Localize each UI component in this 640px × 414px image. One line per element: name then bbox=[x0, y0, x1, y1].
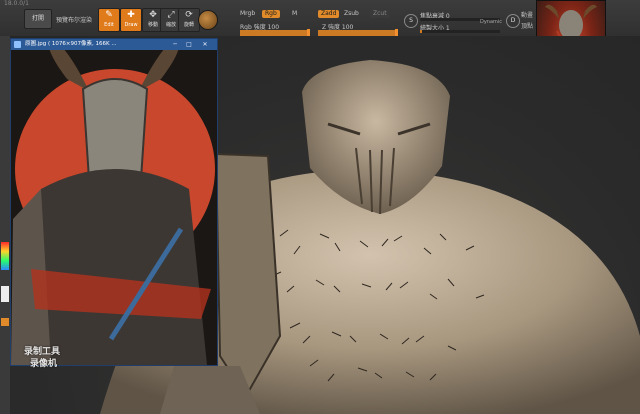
thumb-horn-left bbox=[545, 4, 559, 19]
tool-label: Edit bbox=[104, 22, 114, 28]
tool-label: Draw bbox=[124, 22, 138, 28]
vertex-label[interactable]: 頂點 bbox=[521, 21, 533, 30]
zadd-toggle[interactable]: Zadd bbox=[318, 10, 340, 18]
tool-label: 旋轉 bbox=[183, 22, 194, 28]
reference-image bbox=[11, 39, 217, 365]
slider-fill bbox=[420, 30, 422, 33]
rotate-icon: ⟳ bbox=[185, 10, 193, 20]
s-button[interactable]: S bbox=[404, 14, 418, 28]
draw-size-slider[interactable] bbox=[420, 30, 500, 33]
watermark-line-2: 录像机 bbox=[30, 359, 58, 369]
d-button[interactable]: D bbox=[506, 14, 520, 28]
ref-torso bbox=[31, 169, 207, 365]
edit-icon: ✎ bbox=[105, 10, 113, 20]
draw-icon: ✚ bbox=[127, 10, 135, 20]
minimize-button[interactable]: ─ bbox=[169, 39, 181, 50]
accent-color-swatch[interactable] bbox=[1, 318, 9, 326]
rotate-tool-button[interactable]: ⟳ 旋轉 bbox=[178, 8, 200, 32]
color-picker-swatch[interactable] bbox=[1, 242, 9, 270]
dynamic-toggle[interactable]: Dynamic bbox=[480, 19, 502, 25]
rgb-toggle[interactable]: Rgb bbox=[262, 10, 280, 18]
viewer-title: 原圖.jpg ( 1076×907像素, 166K ... bbox=[25, 41, 117, 47]
image-viewer-window[interactable]: 原圖.jpg ( 1076×907像素, 166K ... ─ □ ✕ bbox=[10, 38, 218, 366]
edit-tool-button[interactable]: ✎ Edit bbox=[98, 8, 120, 32]
close-button[interactable]: ✕ bbox=[199, 39, 211, 50]
animation-label[interactable]: 動畫 bbox=[521, 10, 533, 19]
image-file-icon bbox=[14, 41, 21, 48]
draw-tool-button[interactable]: ✚ Draw bbox=[120, 8, 142, 32]
viewer-titlebar[interactable]: 原圖.jpg ( 1076×907像素, 166K ... ─ □ ✕ bbox=[11, 39, 217, 50]
mrgb-toggle[interactable]: Mrgb bbox=[240, 10, 255, 17]
material-sphere-icon[interactable] bbox=[198, 10, 218, 30]
zcut-toggle[interactable]: Zcut bbox=[370, 10, 390, 18]
maximize-button[interactable]: □ bbox=[183, 39, 195, 50]
window-title: 18.0.0/1 bbox=[4, 0, 29, 7]
secondary-color-swatch[interactable] bbox=[1, 286, 9, 302]
tool-label: 縮放 bbox=[165, 22, 176, 28]
tool-label: 移動 bbox=[147, 22, 158, 28]
m-toggle[interactable]: M bbox=[292, 10, 297, 17]
thumb-horn-right bbox=[583, 4, 597, 19]
open-button[interactable]: 打開 bbox=[24, 9, 52, 29]
zsub-toggle[interactable]: Zsub bbox=[344, 10, 359, 17]
preview-render-button[interactable]: 預覽布尔渲染 bbox=[56, 15, 92, 24]
